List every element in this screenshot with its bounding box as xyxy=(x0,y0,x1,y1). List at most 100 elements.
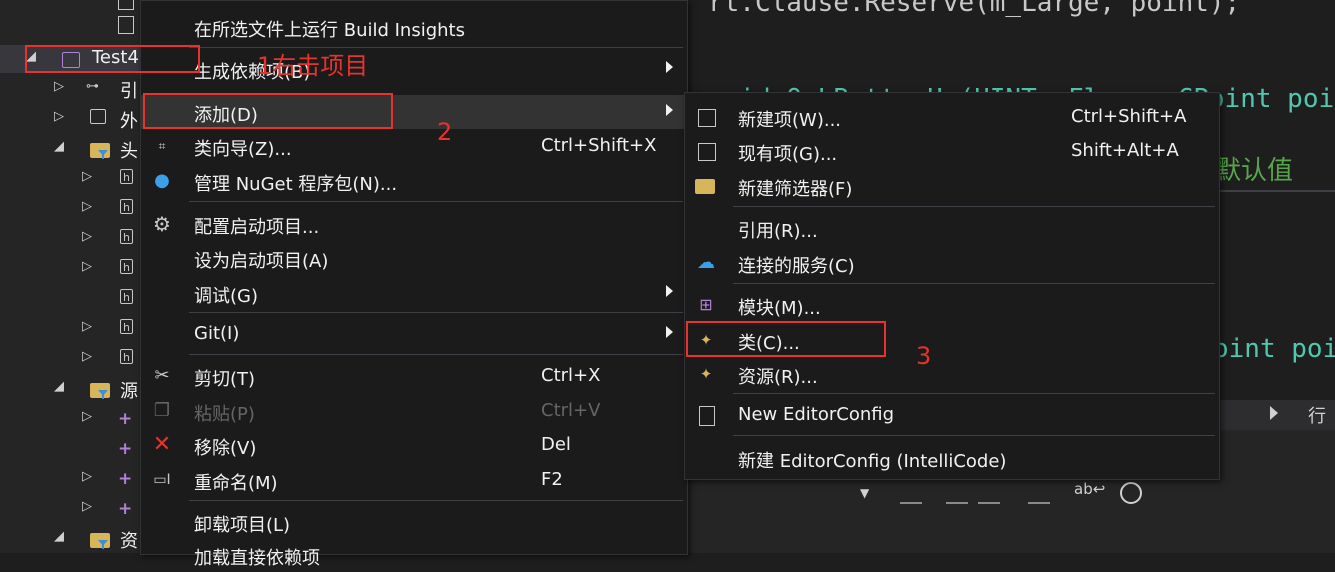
menu-item-shortcut: F2 xyxy=(541,469,563,490)
tree-item-headers[interactable]: ◢ 头 xyxy=(0,135,142,163)
indent-icon[interactable] xyxy=(946,482,968,504)
menu-item-label: 新建筛选器(F) xyxy=(738,179,853,200)
tree-item-sources[interactable]: ◢ 源 xyxy=(0,375,142,403)
expand-arrow-icon[interactable]: ▷ xyxy=(82,259,92,274)
menu-separator xyxy=(733,283,1215,284)
scissors-icon: ✂ xyxy=(154,365,170,386)
menu-item-resource[interactable]: ✦ 资源(R)... xyxy=(685,357,1219,391)
existing-item-icon xyxy=(698,143,716,161)
expand-arrow-icon[interactable]: ▷ xyxy=(82,319,92,334)
menu-item-remove[interactable]: ✕ 移除(V) Del xyxy=(141,428,687,462)
close-icon: ✕ xyxy=(152,432,172,457)
module-icon: ⊞ xyxy=(699,295,713,314)
menu-item-class-wizard[interactable]: ⌗ 类向导(Z)... Ctrl+Shift+X xyxy=(141,129,687,163)
annotation-step1: 1右击项目 xyxy=(257,52,369,80)
expand-arrow-icon[interactable]: ▷ xyxy=(82,409,92,424)
menu-item-label: 剪切(T) xyxy=(194,369,256,390)
cpp-file-icon: + xyxy=(118,439,133,459)
tree-item-header-file[interactable]: ▷ h xyxy=(0,195,142,223)
expand-arrow-icon[interactable]: ▷ xyxy=(82,349,92,364)
header-file-icon: h xyxy=(120,259,133,274)
menu-item-paste[interactable]: ❐ 粘贴(P) Ctrl+V xyxy=(141,394,687,428)
expand-arrow-icon[interactable]: ▷ xyxy=(54,109,64,124)
clock-icon[interactable] xyxy=(1120,482,1142,504)
menu-item-new-editorconfig-intellicode[interactable]: 新建 EditorConfig (IntelliCode) xyxy=(685,441,1219,475)
filter-folder-icon xyxy=(90,143,110,158)
tree-item-source-file[interactable]: ▷ + xyxy=(0,495,142,523)
menu-item-debug[interactable]: 调试(G) xyxy=(141,276,687,310)
menu-item-load-dependencies[interactable]: 加载直接依赖项 xyxy=(141,538,687,572)
code-comment: 默认值 xyxy=(1215,156,1294,186)
menu-item-existing-item[interactable]: 现有项(G)... Shift+Alt+A xyxy=(685,134,1219,168)
menu-item-module[interactable]: ⊞ 模块(M)... xyxy=(685,288,1219,322)
tree-item-references[interactable]: ▷ ⊶ 引 xyxy=(0,75,142,103)
menu-separator xyxy=(733,435,1215,436)
menu-item-label: 卸载项目(L) xyxy=(194,515,291,536)
tree-item-header-file[interactable]: ▷ h xyxy=(0,225,142,253)
menu-item-label: 管理 NuGet 程序包(N)... xyxy=(194,174,398,195)
menu-item-build-dependencies[interactable]: 生成依赖项(B) xyxy=(141,52,687,86)
expand-arrow-icon[interactable]: ▷ xyxy=(82,499,92,514)
submenu-arrow-icon xyxy=(666,104,673,116)
tree-item-header-file[interactable]: ▷ h xyxy=(0,255,142,283)
menu-item-configure-startup[interactable]: ⚙ 配置启动项目... xyxy=(141,207,687,241)
menu-item-rename[interactable]: ▭I 重命名(M) F2 xyxy=(141,463,687,497)
menu-item-label: Git(I) xyxy=(194,323,240,344)
cpp-file-icon: + xyxy=(118,469,133,489)
align-left-icon[interactable] xyxy=(900,482,922,504)
menu-item-build-insights[interactable]: 在所选文件上运行 Build Insights xyxy=(141,10,687,44)
tree-item-header-file[interactable]: ▷ h xyxy=(0,315,142,343)
tree-item-source-file[interactable]: + xyxy=(0,435,142,463)
expand-arrow-icon[interactable]: ▷ xyxy=(82,229,92,244)
menu-item-new-item[interactable]: 新建项(W)... Ctrl+Shift+A xyxy=(685,100,1219,134)
menu-item-reference[interactable]: 引用(R)... xyxy=(685,211,1219,245)
references-icon: ⊶ xyxy=(86,79,99,94)
header-file-icon: h xyxy=(120,199,133,214)
menu-item-shortcut: Del xyxy=(541,434,571,455)
outdent-icon[interactable] xyxy=(978,482,1000,504)
collapse-arrow-icon[interactable]: ◢ xyxy=(54,529,64,544)
expand-arrow-icon[interactable]: ▷ xyxy=(54,79,64,94)
annotation-box-project xyxy=(25,45,200,73)
tree-item-source-file[interactable]: ▷ + xyxy=(0,405,142,433)
menu-item-shortcut: Ctrl+X xyxy=(541,365,601,386)
menu-item-connected-services[interactable]: ☁ 连接的服务(C) xyxy=(685,246,1219,280)
expand-arrow-icon[interactable]: ▷ xyxy=(82,169,92,184)
rename-icon: ▭I xyxy=(153,472,171,488)
solution-explorer: ◢ Test4 ▷ ⊶ 引 ▷ 外 ◢ 头 ▷ h ▷ h ▷ h ▷ h h … xyxy=(0,0,142,553)
menu-item-manage-nuget[interactable]: ● 管理 NuGet 程序包(N)... xyxy=(141,164,687,198)
tree-item-external[interactable]: ▷ 外 xyxy=(0,105,142,133)
tree-item-resources[interactable]: ◢ 资 xyxy=(0,525,142,553)
menu-item-unload-project[interactable]: 卸载项目(L) xyxy=(141,505,687,539)
menu-item-label: 类向导(Z)... xyxy=(194,139,292,160)
nuget-icon: ● xyxy=(154,170,170,191)
file-icon xyxy=(118,16,134,34)
replace-icon[interactable]: ab↩ xyxy=(1074,480,1105,498)
tree-item-header-file[interactable]: h xyxy=(0,285,142,313)
submenu-arrow-icon xyxy=(666,326,673,338)
menu-item-new-filter[interactable]: 新建筛选器(F) xyxy=(685,169,1219,203)
code-line: oint poi xyxy=(1213,334,1335,364)
filter-folder-icon xyxy=(90,533,110,548)
collapse-arrow-icon[interactable]: ◢ xyxy=(54,139,64,154)
tree-item-label: 资 xyxy=(120,531,138,552)
chevron-down-icon[interactable]: ▼ xyxy=(860,486,869,500)
menu-item-label: 连接的服务(C) xyxy=(738,256,855,277)
submenu-arrow-icon xyxy=(666,285,673,297)
tree-item-source-file[interactable]: ▷ + xyxy=(0,465,142,493)
tree-item-header-file[interactable]: ▷ h xyxy=(0,165,142,193)
wrap-icon[interactable] xyxy=(1028,482,1050,504)
expand-arrow-icon[interactable]: ▷ xyxy=(82,199,92,214)
play-icon[interactable] xyxy=(1270,406,1278,420)
menu-item-git[interactable]: Git(I) xyxy=(141,317,687,351)
collapse-arrow-icon[interactable]: ◢ xyxy=(54,379,64,394)
cloud-icon: ☁ xyxy=(697,252,715,273)
menu-item-set-startup[interactable]: 设为启动项目(A) xyxy=(141,241,687,275)
menu-item-label: 重命名(M) xyxy=(194,473,278,494)
menu-item-new-editorconfig[interactable]: New EditorConfig xyxy=(685,398,1219,432)
menu-separator xyxy=(189,312,683,313)
expand-arrow-icon[interactable]: ▷ xyxy=(82,469,92,484)
menu-item-cut[interactable]: ✂ 剪切(T) Ctrl+X xyxy=(141,359,687,393)
tree-item-header-file[interactable]: ▷ h xyxy=(0,345,142,373)
status-text: 行 xyxy=(1308,406,1326,427)
